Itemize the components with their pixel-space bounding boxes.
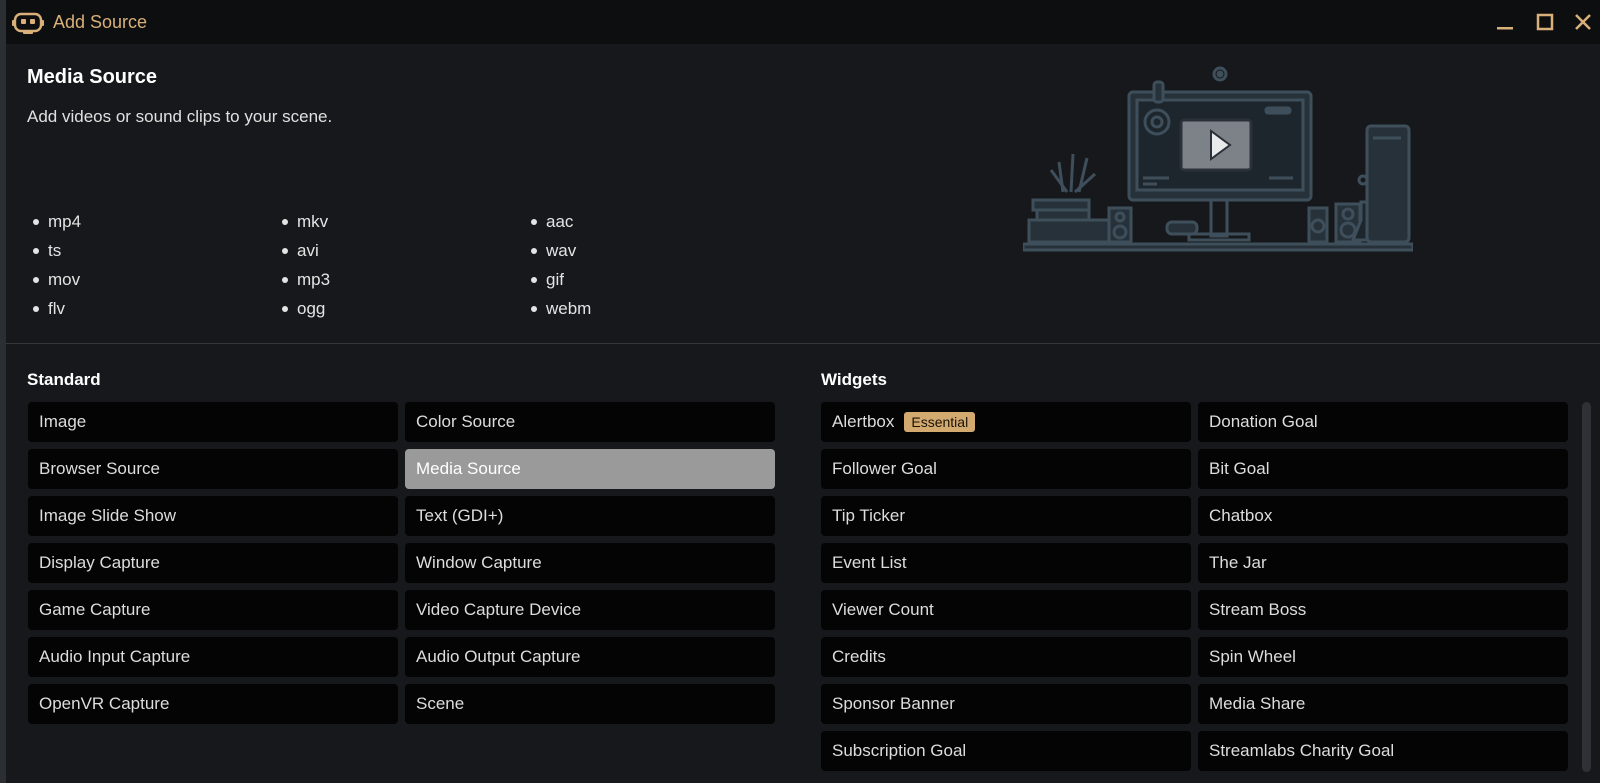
source-item-text-gdi[interactable]: Text (GDI+) xyxy=(405,496,775,536)
widget-item-tip-ticker[interactable]: Tip Ticker xyxy=(821,496,1191,536)
source-item-window-capture[interactable]: Window Capture xyxy=(405,543,775,583)
add-source-window: Add Source Media Source Add videos or so… xyxy=(6,0,1600,783)
widget-item-sponsor-banner[interactable]: Sponsor Banner xyxy=(821,684,1191,724)
widget-item-chatbox[interactable]: Chatbox xyxy=(1198,496,1568,536)
widget-item-the-jar[interactable]: The Jar xyxy=(1198,543,1568,583)
widget-item-stream-boss[interactable]: Stream Boss xyxy=(1198,590,1568,630)
source-item-media-source[interactable]: Media Source xyxy=(405,449,775,489)
widget-item-media-share[interactable]: Media Share xyxy=(1198,684,1568,724)
widgets-section-label: Widgets xyxy=(821,370,887,389)
source-title: Media Source xyxy=(27,66,158,88)
widget-item-credits[interactable]: Credits xyxy=(821,637,1191,677)
source-description: Add videos or sound clips to your scene. xyxy=(27,107,333,126)
widgets-scrollbar[interactable] xyxy=(1582,402,1591,772)
source-item-browser-source[interactable]: Browser Source xyxy=(28,449,398,489)
widget-item-alertbox[interactable]: Alertbox Essential xyxy=(821,402,1191,442)
format-item: ogg xyxy=(276,294,525,323)
essential-badge: Essential xyxy=(904,412,976,432)
format-item: aac xyxy=(525,207,774,236)
source-item-video-capture-device[interactable]: Video Capture Device xyxy=(405,590,775,630)
format-item: mp3 xyxy=(276,265,525,294)
widget-item-label: Alertbox xyxy=(832,412,895,431)
format-item: ts xyxy=(27,236,276,265)
widget-item-spin-wheel[interactable]: Spin Wheel xyxy=(1198,637,1568,677)
format-item: webm xyxy=(525,294,774,323)
format-item: mov xyxy=(27,265,276,294)
window-title: Add Source xyxy=(53,12,148,32)
source-item-color-source[interactable]: Color Source xyxy=(405,402,775,442)
format-item: mkv xyxy=(276,207,525,236)
widget-item-bit-goal[interactable]: Bit Goal xyxy=(1198,449,1568,489)
streamlabs-robot-icon xyxy=(12,12,44,34)
source-item-audio-input-capture[interactable]: Audio Input Capture xyxy=(28,637,398,677)
widgets-grid: Alertbox Essential Donation Goal Followe… xyxy=(821,402,1568,771)
standard-section-label: Standard xyxy=(27,370,101,389)
format-item: avi xyxy=(276,236,525,265)
widget-item-viewer-count[interactable]: Viewer Count xyxy=(821,590,1191,630)
source-item-scene[interactable]: Scene xyxy=(405,684,775,724)
close-icon[interactable] xyxy=(1570,10,1596,34)
widget-item-streamlabs-charity-goal[interactable]: Streamlabs Charity Goal xyxy=(1198,731,1568,771)
titlebar: Add Source xyxy=(6,0,1600,44)
supported-formats-list: mp4 ts mov flv mkv avi mp3 ogg aac wav g… xyxy=(27,207,774,323)
format-item: flv xyxy=(27,294,276,323)
format-item: mp4 xyxy=(27,207,276,236)
format-item: gif xyxy=(525,265,774,294)
widget-item-follower-goal[interactable]: Follower Goal xyxy=(821,449,1191,489)
source-item-image[interactable]: Image xyxy=(28,402,398,442)
maximize-icon[interactable] xyxy=(1532,10,1558,34)
widget-item-subscription-goal[interactable]: Subscription Goal xyxy=(821,731,1191,771)
source-item-audio-output-capture[interactable]: Audio Output Capture xyxy=(405,637,775,677)
media-desk-illustration xyxy=(1023,66,1413,252)
section-divider xyxy=(6,343,1600,344)
source-item-openvr-capture[interactable]: OpenVR Capture xyxy=(28,684,398,724)
format-item: wav xyxy=(525,236,774,265)
standard-sources-grid: Image Color Source Browser Source Media … xyxy=(28,402,775,724)
source-item-game-capture[interactable]: Game Capture xyxy=(28,590,398,630)
widget-item-donation-goal[interactable]: Donation Goal xyxy=(1198,402,1568,442)
widget-item-event-list[interactable]: Event List xyxy=(821,543,1191,583)
source-item-image-slide-show[interactable]: Image Slide Show xyxy=(28,496,398,536)
minimize-icon[interactable] xyxy=(1492,10,1518,34)
source-item-display-capture[interactable]: Display Capture xyxy=(28,543,398,583)
